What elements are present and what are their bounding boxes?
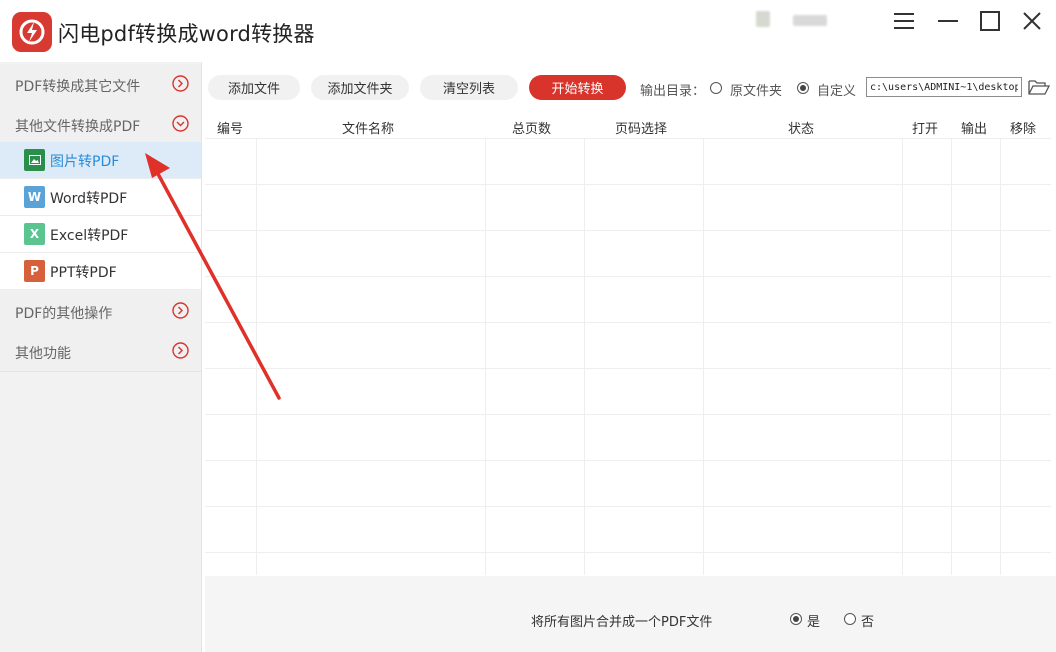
- table-column-divider: [485, 138, 486, 575]
- folder-open-icon: [1028, 80, 1051, 95]
- close-icon: [1023, 12, 1041, 30]
- merge-no-radio[interactable]: [844, 613, 856, 625]
- table-row-divider: [205, 552, 1051, 553]
- table-row-divider: [205, 184, 1051, 185]
- sidebar-section-other-to-pdf[interactable]: 其他文件转换成PDF: [0, 104, 201, 145]
- maximize-icon: [980, 11, 1000, 31]
- user-name[interactable]: [793, 15, 827, 26]
- close-button[interactable]: [1019, 8, 1045, 34]
- output-custom-label: 自定义: [817, 84, 857, 99]
- sidebar-item-ppt-to-pdf[interactable]: P PPT转PDF: [0, 253, 201, 290]
- add-folder-button[interactable]: 添加文件夹: [311, 75, 409, 100]
- sidebar-section-other-functions[interactable]: 其他功能: [0, 331, 201, 372]
- table-column-divider: [584, 138, 585, 575]
- sidebar-item-image-to-pdf[interactable]: 图片转PDF: [0, 142, 201, 179]
- column-header-number: 编号: [217, 122, 244, 137]
- column-header-status: 状态: [788, 122, 815, 137]
- merge-yes-label: 是: [807, 615, 821, 630]
- table-row-divider: [205, 276, 1051, 277]
- merge-no-label: 否: [861, 615, 875, 630]
- table-row-divider: [205, 506, 1051, 507]
- excel-file-icon: X: [24, 223, 45, 245]
- table-column-divider: [703, 138, 704, 575]
- sidebar-item-excel-to-pdf[interactable]: X Excel转PDF: [0, 216, 201, 253]
- minimize-button[interactable]: [935, 8, 961, 34]
- sidebar-section-pdf-to-other[interactable]: PDF转换成其它文件: [0, 64, 201, 105]
- sidebar-section-label: 其他文件转换成PDF: [15, 119, 141, 135]
- hamburger-icon: [894, 13, 914, 29]
- minimize-icon: [938, 20, 958, 22]
- chevron-right-circle-icon: [172, 302, 189, 319]
- word-file-icon: W: [24, 186, 45, 208]
- maximize-button[interactable]: [977, 8, 1003, 34]
- merge-images-label: 将所有图片合并成一个PDF文件: [531, 615, 713, 630]
- output-source-radio[interactable]: [710, 82, 722, 94]
- chevron-down-circle-icon: [172, 115, 189, 132]
- sidebar-item-label: PPT转PDF: [50, 265, 117, 281]
- add-file-button[interactable]: 添加文件: [208, 75, 300, 100]
- sidebar-item-label: Excel转PDF: [50, 228, 129, 244]
- browse-folder-button[interactable]: [1028, 78, 1051, 96]
- ppt-file-icon: P: [24, 260, 45, 282]
- chevron-right-circle-icon: [172, 342, 189, 359]
- table-row-divider: [205, 230, 1051, 231]
- column-header-filename: 文件名称: [342, 122, 395, 137]
- table-row-divider: [205, 368, 1051, 369]
- image-file-icon: [24, 149, 45, 171]
- sidebar-section-label: PDF转换成其它文件: [15, 79, 141, 95]
- column-header-remove: 移除: [1010, 122, 1037, 137]
- sidebar-section-label: 其他功能: [15, 346, 71, 362]
- sidebar-item-label: 图片转PDF: [50, 154, 120, 170]
- table-row-divider: [205, 460, 1051, 461]
- output-custom-radio[interactable]: [797, 82, 809, 94]
- title-bar: 闪电pdf转换成word转换器: [0, 0, 1056, 62]
- merge-yes-radio[interactable]: [790, 613, 802, 625]
- column-header-output: 输出: [961, 122, 988, 137]
- sidebar: PDF转换成其它文件 其他文件转换成PDF 图片转PDF W Word转PDF …: [0, 62, 202, 652]
- output-dir-label: 输出目录：: [640, 84, 706, 99]
- table-row-divider: [205, 414, 1051, 415]
- chevron-right-circle-icon: [172, 75, 189, 92]
- sidebar-item-label: Word转PDF: [50, 191, 128, 207]
- output-path-input[interactable]: [866, 77, 1022, 97]
- table-column-divider: [951, 138, 952, 575]
- table-column-divider: [902, 138, 903, 575]
- user-avatar[interactable]: [756, 11, 770, 27]
- table-row-divider: [205, 322, 1051, 323]
- start-convert-button[interactable]: 开始转换: [529, 75, 626, 100]
- sidebar-section-label: PDF的其他操作: [15, 306, 113, 322]
- table-column-divider: [256, 138, 257, 575]
- clear-list-button[interactable]: 清空列表: [420, 75, 518, 100]
- sidebar-section-pdf-other-ops[interactable]: PDF的其他操作: [0, 291, 201, 332]
- app-title: 闪电pdf转换成word转换器: [58, 22, 315, 46]
- app-logo-icon: [12, 12, 52, 52]
- column-header-page-select: 页码选择: [615, 122, 668, 137]
- sidebar-item-word-to-pdf[interactable]: W Word转PDF: [0, 179, 201, 216]
- menu-button[interactable]: [891, 8, 917, 34]
- table-row-divider: [205, 138, 1051, 139]
- table-column-divider: [1000, 138, 1001, 575]
- output-source-label: 原文件夹: [730, 84, 783, 99]
- column-header-total-pages: 总页数: [512, 122, 552, 137]
- column-header-open: 打开: [912, 122, 939, 137]
